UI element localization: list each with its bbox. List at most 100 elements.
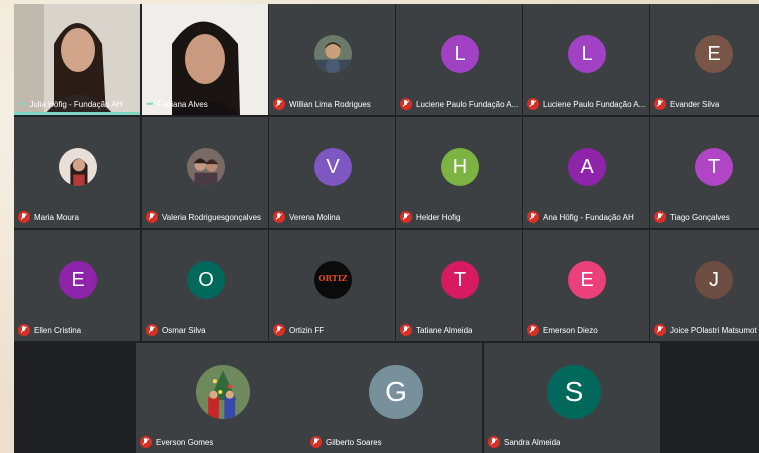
participant-tile[interactable]: V Verena Molina bbox=[269, 117, 395, 228]
mic-off-icon bbox=[654, 324, 666, 336]
participant-tile[interactable]: ORTIZ Ortizin FF bbox=[269, 230, 395, 341]
participant-name: Valeria Rodriguesgonçalves bbox=[162, 212, 262, 222]
participant-name-row: Everson Gomes bbox=[140, 435, 304, 449]
participant-name-row: Emerson Diezo bbox=[527, 323, 647, 337]
participant-tile[interactable]: S Sandra Almeida bbox=[484, 343, 660, 453]
participant-name: Tiago Gonçalves bbox=[670, 212, 730, 222]
mic-off-icon bbox=[310, 436, 322, 448]
active-speaker-bar bbox=[14, 112, 140, 115]
participant-name-row: Ellen Cristina bbox=[18, 323, 138, 337]
participant-name: Julia Höfig - Fundação AH bbox=[29, 99, 123, 109]
participant-name-row: Helder Hofig bbox=[400, 210, 520, 224]
participant-name: Maria Moura bbox=[34, 212, 79, 222]
profile-photo bbox=[314, 35, 352, 73]
profile-photo bbox=[187, 148, 225, 186]
profile-photo bbox=[59, 148, 97, 186]
participant-tile[interactable]: Maria Moura bbox=[14, 117, 140, 228]
participant-name-row: Ana Höfig - Fundação AH bbox=[527, 210, 647, 224]
participant-name-row: ••• Fabiana Alves bbox=[146, 97, 266, 111]
participant-name: Willian Lima Rodrigues bbox=[289, 99, 371, 109]
avatar: A bbox=[568, 148, 606, 186]
mic-off-icon bbox=[18, 324, 30, 336]
profile-photo bbox=[196, 365, 250, 419]
participant-name-row: Evander Silva bbox=[654, 97, 757, 111]
participant-tile[interactable]: L Luciene Paulo Fundação A... bbox=[396, 4, 522, 115]
participant-name-row: Tiago Gonçalves bbox=[654, 210, 757, 224]
participant-grid: ••• Julia Höfig - Fundação AH ••• Fabiana A… bbox=[14, 4, 759, 453]
participant-name-row: Gilberto Soares bbox=[310, 435, 480, 449]
participant-name-row: Maria Moura bbox=[18, 210, 138, 224]
mic-off-icon bbox=[273, 98, 285, 110]
participant-name: Luciene Paulo Fundação A... bbox=[543, 99, 646, 109]
participant-tile[interactable]: T Tiago Gonçalves bbox=[650, 117, 759, 228]
mic-off-icon bbox=[400, 324, 412, 336]
participant-name-row: Osmar Silva bbox=[146, 323, 266, 337]
participant-name-row: Luciene Paulo Fundação A... bbox=[527, 97, 647, 111]
ortiz-logo: ORTIZ bbox=[314, 261, 352, 299]
participant-tile[interactable]: T Tatiane Almeida bbox=[396, 230, 522, 341]
avatar: T bbox=[441, 261, 479, 299]
mic-off-icon bbox=[527, 324, 539, 336]
participant-name: Fabiana Alves bbox=[157, 99, 208, 109]
participant-name: Evander Silva bbox=[670, 99, 720, 109]
avatar: L bbox=[568, 35, 606, 73]
participant-tile[interactable]: E Evander Silva bbox=[650, 4, 759, 115]
speaking-indicator-icon: ••• bbox=[146, 99, 154, 109]
mic-off-icon bbox=[400, 211, 412, 223]
avatar: E bbox=[568, 261, 606, 299]
avatar: J bbox=[695, 261, 733, 299]
avatar: E bbox=[695, 35, 733, 73]
participant-name-row: ••• Julia Höfig - Fundação AH bbox=[18, 97, 138, 111]
mic-off-icon bbox=[18, 211, 30, 223]
mic-off-icon bbox=[400, 98, 412, 110]
participant-tile[interactable]: A Ana Höfig - Fundação AH bbox=[523, 117, 649, 228]
mic-off-icon bbox=[527, 211, 539, 223]
video-tile[interactable]: ••• Julia Höfig - Fundação AH bbox=[14, 4, 140, 115]
participant-tile[interactable]: E Emerson Diezo bbox=[523, 230, 649, 341]
participant-name-row: Valeria Rodriguesgonçalves bbox=[146, 210, 266, 224]
participant-tile[interactable]: H Helder Hofig bbox=[396, 117, 522, 228]
avatar: L bbox=[441, 35, 479, 73]
mic-off-icon bbox=[146, 324, 158, 336]
participant-name-row: Verena Molina bbox=[273, 210, 393, 224]
speaking-indicator-icon: ••• bbox=[18, 99, 26, 109]
participant-tile[interactable]: J Joice POlastri Matsumoto bbox=[650, 230, 759, 341]
participant-tile[interactable]: L Luciene Paulo Fundação A... bbox=[523, 4, 649, 115]
avatar: G bbox=[369, 365, 423, 419]
mic-off-icon bbox=[273, 211, 285, 223]
empty-tile bbox=[659, 343, 759, 453]
mic-off-icon bbox=[273, 324, 285, 336]
participant-name-row: Luciene Paulo Fundação A... bbox=[400, 97, 520, 111]
participant-name-row: Joice POlastri Matsumoto bbox=[654, 323, 757, 337]
mic-off-icon bbox=[488, 436, 500, 448]
participant-name: Everson Gomes bbox=[156, 437, 214, 447]
participant-name: Luciene Paulo Fundação A... bbox=[416, 99, 519, 109]
avatar: T bbox=[695, 148, 733, 186]
mic-off-icon bbox=[140, 436, 152, 448]
empty-tile bbox=[14, 343, 134, 453]
mic-off-icon bbox=[527, 98, 539, 110]
participant-name: Sandra Almeida bbox=[504, 437, 561, 447]
avatar: E bbox=[59, 261, 97, 299]
participant-name: Joice POlastri Matsumoto bbox=[670, 325, 757, 335]
participant-tile[interactable]: Everson Gomes bbox=[136, 343, 306, 453]
logo-text: ORTIZ bbox=[318, 273, 348, 283]
mic-off-icon bbox=[654, 98, 666, 110]
participant-name: Gilberto Soares bbox=[326, 437, 382, 447]
participant-name: Ortizin FF bbox=[289, 325, 325, 335]
participant-name: Osmar Silva bbox=[162, 325, 206, 335]
mic-off-icon bbox=[654, 211, 666, 223]
video-tile[interactable]: ••• Fabiana Alves bbox=[142, 4, 268, 115]
participant-name: Verena Molina bbox=[289, 212, 341, 222]
participant-tile[interactable]: G Gilberto Soares bbox=[306, 343, 482, 453]
participant-name: Tatiane Almeida bbox=[416, 325, 473, 335]
participant-tile[interactable]: O Osmar Silva bbox=[142, 230, 268, 341]
mic-off-icon bbox=[146, 211, 158, 223]
participant-tile[interactable]: Willian Lima Rodrigues bbox=[269, 4, 395, 115]
participant-name: Emerson Diezo bbox=[543, 325, 598, 335]
participant-tile[interactable]: E Ellen Cristina bbox=[14, 230, 140, 341]
participant-name-row: Tatiane Almeida bbox=[400, 323, 520, 337]
avatar: O bbox=[187, 261, 225, 299]
participant-tile[interactable]: Valeria Rodriguesgonçalves bbox=[142, 117, 268, 228]
avatar: H bbox=[441, 148, 479, 186]
